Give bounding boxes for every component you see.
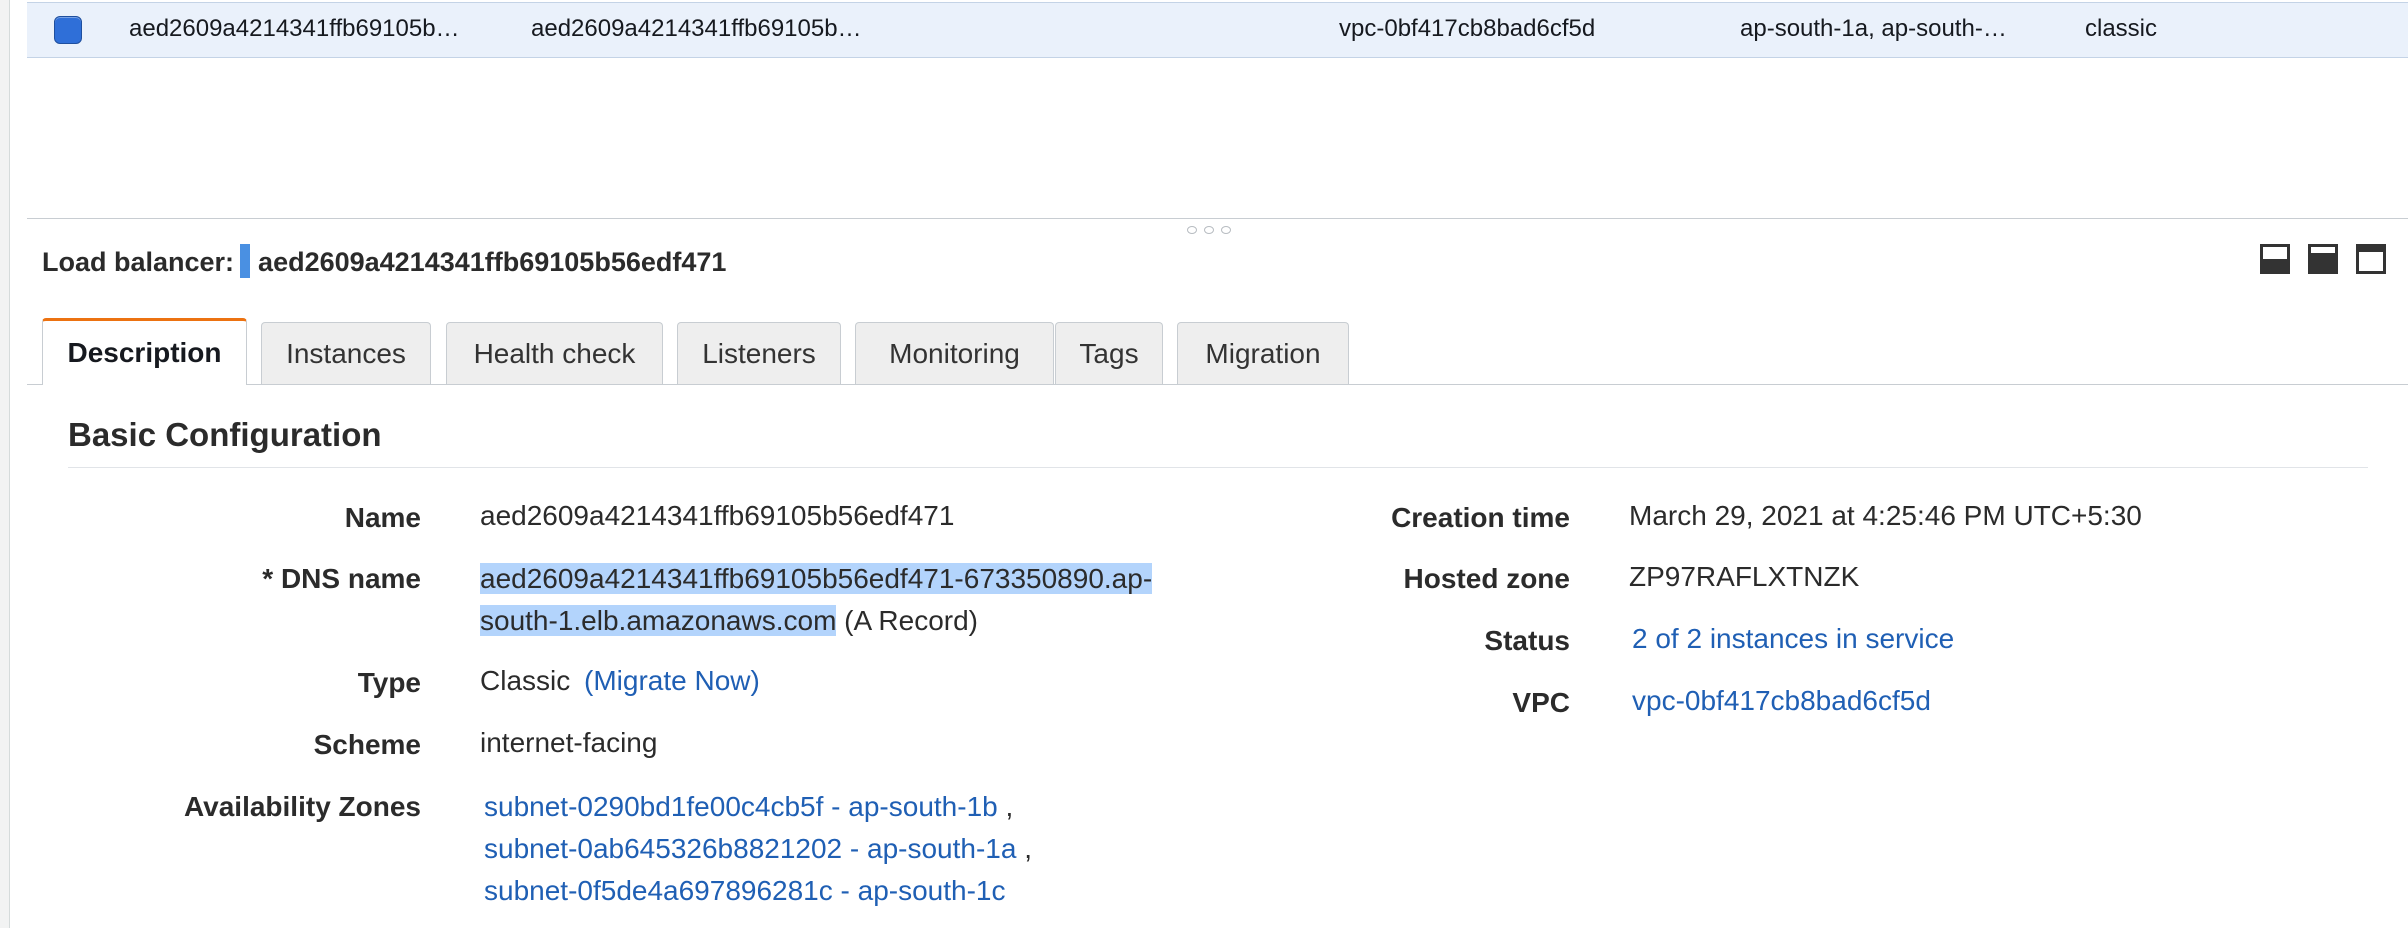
- row-name-cell: aed2609a4214341ffb69105b…: [129, 15, 460, 42]
- subnet-link[interactable]: subnet-0ab645326b8821202 - ap-south-1a: [484, 833, 1016, 864]
- section-divider: [68, 467, 2368, 468]
- status-link[interactable]: 2 of 2 instances in service: [1632, 623, 1954, 655]
- row-vpc-cell: vpc-0bf417cb8bad6cf5d: [1339, 15, 1596, 42]
- row-az-cell: ap-south-1a, ap-south-…: [1740, 15, 2007, 42]
- type-value-row: Classic (Migrate Now): [480, 665, 760, 697]
- tab-tags[interactable]: Tags: [1055, 322, 1163, 384]
- panel-bottom-icon[interactable]: [2260, 244, 2290, 274]
- page-left-border: [0, 0, 10, 928]
- scheme-label: Scheme: [313, 729, 421, 760]
- availability-zones-label: Availability Zones: [183, 791, 421, 822]
- row-dns-cell: aed2609a4214341ffb69105b…: [531, 15, 862, 42]
- load-balancer-name: aed2609a4214341ffb69105b56edf471: [258, 247, 727, 277]
- scheme-value: internet-facing: [480, 727, 658, 758]
- subnet-link[interactable]: subnet-0290bd1fe00c4cb5f - ap-south-1b: [484, 791, 998, 822]
- dns-name-label: * DNS name: [262, 563, 421, 594]
- subnet-link[interactable]: subnet-0f5de4a697896281c - ap-south-1c: [484, 875, 1006, 906]
- splitter-grip-icon[interactable]: [1221, 226, 1231, 234]
- panel-split-icon[interactable]: [2308, 244, 2338, 274]
- name-value: aed2609a4214341ffb69105b56edf471: [480, 500, 955, 531]
- migrate-now-link[interactable]: (Migrate Now): [584, 665, 760, 696]
- load-balancer-label: Load balancer:: [42, 247, 235, 277]
- dns-name-selected-line1: aed2609a4214341ffb69105b56edf471-6733508…: [480, 563, 1153, 594]
- table-row[interactable]: aed2609a4214341ffb69105b… aed2609a421434…: [27, 2, 2408, 58]
- section-title: Basic Configuration: [68, 416, 382, 453]
- pane-splitter[interactable]: [27, 218, 2408, 219]
- type-value: Classic: [480, 665, 571, 696]
- load-balancer-header: Load balancer: aed2609a4214341ffb69105b56…: [42, 244, 726, 278]
- name-label: Name: [344, 502, 421, 533]
- row-type-cell: classic: [2085, 15, 2158, 42]
- splitter-grip-icon[interactable]: [1187, 226, 1197, 234]
- separator: ,: [1016, 833, 1032, 864]
- dns-name-value: aed2609a4214341ffb69105b56edf471-6733508…: [480, 558, 1180, 642]
- status-label: Status: [1484, 625, 1570, 656]
- tab-migration[interactable]: Migration: [1177, 322, 1349, 384]
- row-checkbox-icon[interactable]: [54, 16, 82, 44]
- availability-zones-list: subnet-0290bd1fe00c4cb5f - ap-south-1b ,…: [484, 786, 1032, 912]
- type-label: Type: [357, 667, 421, 698]
- tab-monitoring[interactable]: Monitoring: [855, 322, 1054, 384]
- hosted-zone-value: ZP97RAFLXTNZK: [1629, 561, 1860, 592]
- selection-marker: [240, 244, 251, 278]
- dns-name-selected-line2: south-1.elb.amazonaws.com: [480, 605, 837, 636]
- creation-time-value: March 29, 2021 at 4:25:46 PM UTC+5:30: [1629, 500, 2142, 531]
- tabs-baseline: [27, 384, 2408, 385]
- tab-listeners[interactable]: Listeners: [677, 322, 841, 384]
- tab-instances[interactable]: Instances: [261, 322, 431, 384]
- separator: ,: [997, 791, 1014, 822]
- hosted-zone-label: Hosted zone: [1403, 563, 1570, 594]
- tab-description[interactable]: Description: [42, 318, 247, 385]
- splitter-grip-icon[interactable]: [1204, 226, 1214, 234]
- panel-top-icon[interactable]: [2356, 244, 2386, 274]
- vpc-label: VPC: [1512, 687, 1570, 718]
- creation-time-label: Creation time: [1391, 502, 1570, 533]
- dns-record-type: (A Record): [836, 605, 979, 636]
- vpc-link[interactable]: vpc-0bf417cb8bad6cf5d: [1632, 685, 1931, 717]
- tab-health-check[interactable]: Health check: [446, 322, 663, 384]
